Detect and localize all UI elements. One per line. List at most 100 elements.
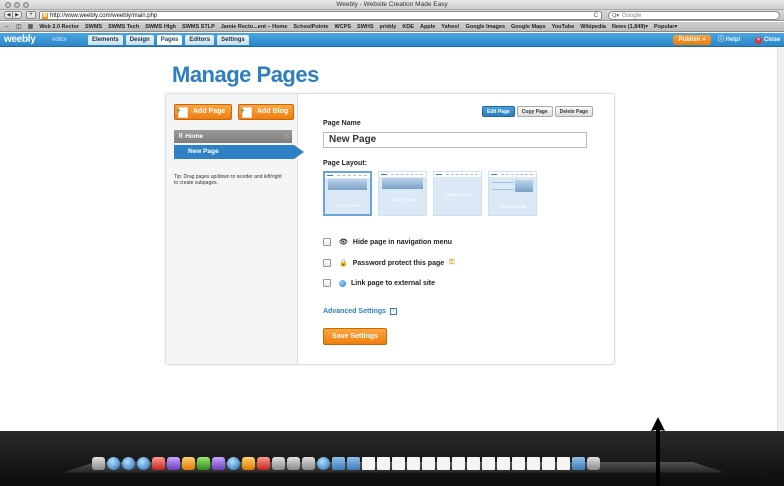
tab-design[interactable]: Design — [125, 35, 154, 45]
hide-in-nav-checkbox[interactable] — [323, 238, 331, 246]
bookmark-item[interactable]: SWHS — [357, 24, 374, 30]
bookmark-item[interactable]: Google Maps — [511, 24, 546, 30]
safari-icon[interactable] — [107, 457, 120, 470]
pages-icon[interactable] — [242, 457, 255, 470]
add-bookmark-icon[interactable]: + — [26, 11, 36, 19]
document-icon[interactable] — [542, 457, 555, 470]
layout-header — [434, 172, 481, 177]
external-link-checkbox[interactable] — [323, 279, 331, 287]
layout-option-1[interactable]: Content Area — [323, 171, 372, 216]
keynote-icon[interactable] — [257, 457, 270, 470]
applications-folder-icon[interactable] — [332, 457, 345, 470]
document-icon[interactable] — [557, 457, 570, 470]
bookmark-item[interactable]: SWMS Tech — [108, 24, 139, 30]
app-icon[interactable] — [272, 457, 285, 470]
ical-icon[interactable] — [152, 457, 165, 470]
tab-editors[interactable]: Editors — [185, 35, 215, 45]
documents-folder-icon[interactable] — [347, 457, 360, 470]
page-name-input[interactable]: New Page — [323, 132, 587, 148]
iphoto-icon[interactable] — [182, 457, 195, 470]
top-sites-icon[interactable]: ▦ — [28, 23, 34, 30]
copy-page-button[interactable]: Copy Page — [516, 106, 553, 117]
bookmark-item[interactable]: SchoolPointe — [293, 24, 328, 30]
editor-bar: weebly editor Elements Design Pages Editors… — [0, 33, 784, 47]
dashboard-icon[interactable] — [122, 457, 135, 470]
address-bar[interactable]: W http://www.weebly.com/weebly/main.php … — [39, 11, 602, 20]
password-protect-checkbox[interactable] — [323, 259, 331, 267]
bookmark-item[interactable]: priddy — [380, 24, 397, 30]
app-icon[interactable] — [302, 457, 315, 470]
document-icon[interactable] — [527, 457, 540, 470]
search-field[interactable]: Q▾ Google — [608, 11, 780, 20]
trash-icon[interactable] — [587, 457, 600, 470]
app-icon[interactable] — [317, 457, 330, 470]
mouse-cursor-icon — [651, 417, 665, 486]
search-placeholder: Google — [622, 13, 642, 19]
downloads-stack-icon[interactable] — [572, 457, 585, 470]
system-prefs-icon[interactable] — [137, 457, 150, 470]
reading-list-icon[interactable]: ◫ — [16, 23, 22, 30]
address-url[interactable]: http://www.weebly.com/weebly/main.php — [50, 12, 157, 20]
tab-elements[interactable]: Elements — [88, 35, 123, 45]
bookmark-item[interactable]: Yahoo! — [441, 24, 459, 30]
browser-toolbar: ◀ ▶ + W http://www.weebly.com/weebly/mai… — [0, 10, 784, 21]
app-icon[interactable] — [287, 457, 300, 470]
document-icon[interactable] — [377, 457, 390, 470]
close-editor-link[interactable]: × Close — [755, 35, 780, 45]
bookmark-item[interactable]: KDE — [402, 24, 414, 30]
document-icon[interactable] — [407, 457, 420, 470]
page-actions: Edit Page Copy Page Delete Page — [482, 106, 593, 117]
finder-icon[interactable] — [92, 457, 105, 470]
bookmark-item[interactable]: Web 2.0 Rector — [39, 24, 79, 30]
drag-handle-icon[interactable]: ⠿ — [178, 133, 183, 140]
document-icon[interactable] — [512, 457, 525, 470]
bookmark-item[interactable]: SWMS STLP — [182, 24, 215, 30]
layout-option-2[interactable]: Content Area — [378, 171, 427, 216]
layout-header — [379, 172, 426, 177]
document-icon[interactable] — [392, 457, 405, 470]
save-settings-button[interactable]: Save Settings — [323, 328, 387, 345]
bookmark-item[interactable]: YouTube — [552, 24, 575, 30]
layout-option-4[interactable]: Content Area — [488, 171, 537, 216]
document-icon[interactable] — [467, 457, 480, 470]
delete-page-button[interactable]: Delete Page — [554, 106, 593, 117]
back-icon[interactable]: ◀ — [4, 11, 13, 19]
page-item-new-page[interactable]: New Page — [174, 145, 304, 159]
page-item-home[interactable]: ⠿ Home ⌂ — [174, 130, 292, 143]
vertical-scrollbar[interactable] — [777, 48, 784, 430]
publish-button[interactable]: Publish » — [673, 35, 711, 45]
bookmark-item[interactable]: Google Images — [466, 24, 505, 30]
document-icon[interactable] — [452, 457, 465, 470]
document-icon[interactable] — [437, 457, 450, 470]
bookmark-item[interactable]: Wikipedia — [580, 24, 606, 30]
tab-pages[interactable]: Pages — [156, 35, 183, 45]
add-blog-button[interactable]: Add Blog — [238, 104, 294, 120]
layout-option-3[interactable]: Content Area — [433, 171, 482, 216]
bookmark-item[interactable]: SWMS HIgh — [145, 24, 176, 30]
reload-icon[interactable]: C — [594, 12, 598, 20]
help-link[interactable]: ⓘ Help! — [718, 35, 741, 45]
garageband-icon[interactable] — [212, 457, 225, 470]
document-icon[interactable] — [497, 457, 510, 470]
advanced-settings-link[interactable]: Advanced Settings › — [323, 308, 398, 315]
forward-icon[interactable]: ▶ — [13, 11, 22, 19]
iweb-icon[interactable] — [227, 457, 240, 470]
bookmark-item[interactable]: Jamie Recto...ent – Home — [221, 24, 288, 30]
bookmark-item[interactable]: News (1,849)▾ — [612, 24, 648, 30]
document-icon[interactable] — [482, 457, 495, 470]
document-icon[interactable] — [422, 457, 435, 470]
option-password-protect[interactable]: 🔒 Password protect this page ⚿ — [323, 259, 454, 267]
option-hide-in-nav[interactable]: 👁 Hide page in navigation menu — [323, 238, 452, 246]
itunes-icon[interactable] — [167, 457, 180, 470]
bookmark-item[interactable]: Apple — [420, 24, 435, 30]
option-external-link[interactable]: Link page to external site — [323, 279, 435, 287]
show-bookmarks-icon[interactable]: ⇔ — [4, 24, 10, 30]
document-icon[interactable] — [362, 457, 375, 470]
tab-settings[interactable]: Settings — [217, 35, 249, 45]
bookmark-item[interactable]: Popular▾ — [654, 24, 677, 30]
bookmark-item[interactable]: SWMS — [85, 24, 102, 30]
add-page-button[interactable]: Add Page — [174, 104, 232, 120]
edit-page-button[interactable]: Edit Page — [482, 106, 515, 117]
bookmark-item[interactable]: WCPS — [335, 24, 352, 30]
imovie-icon[interactable] — [197, 457, 210, 470]
